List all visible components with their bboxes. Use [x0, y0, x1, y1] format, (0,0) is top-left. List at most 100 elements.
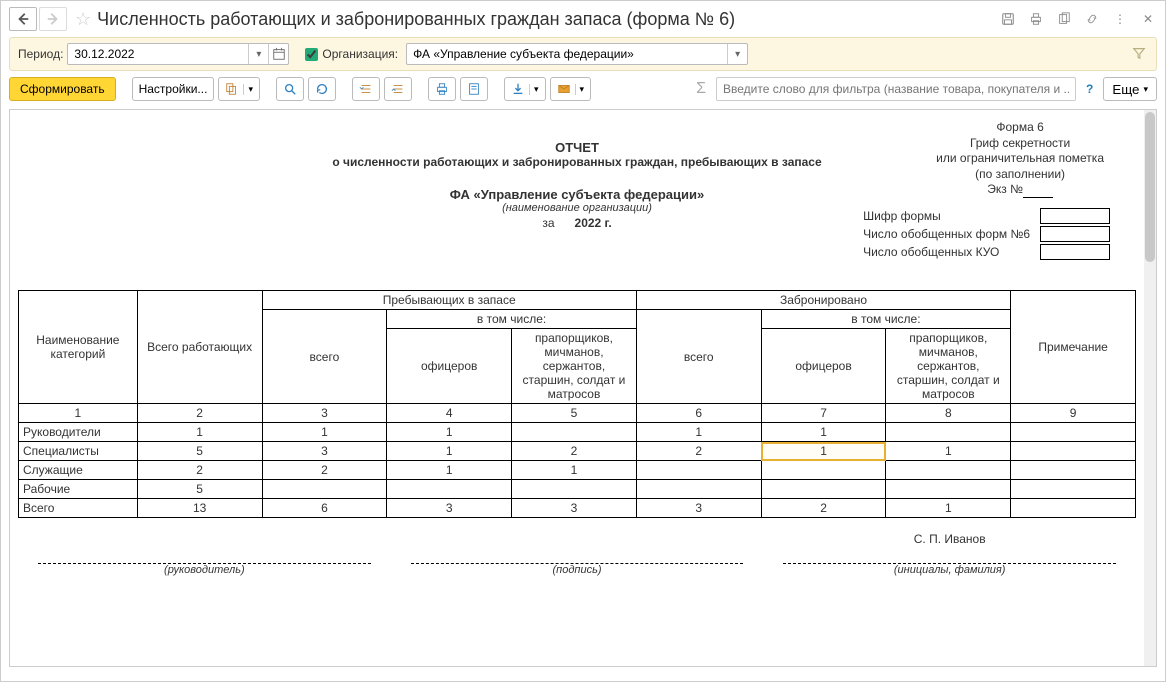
row-name-cell[interactable]: Специалисты — [19, 442, 138, 461]
data-cell[interactable] — [512, 423, 637, 442]
data-cell[interactable] — [761, 480, 886, 499]
data-cell[interactable]: 1 — [761, 423, 886, 442]
data-cell[interactable]: 1 — [886, 499, 1011, 518]
col-number: 7 — [761, 404, 886, 423]
favorite-star-icon[interactable]: ☆ — [75, 9, 91, 30]
data-cell[interactable] — [761, 461, 886, 480]
form-meta: Форма 6 Гриф секретности или ограничител… — [936, 120, 1104, 198]
org-dropdown-button[interactable]: ▾ — [727, 44, 747, 64]
th-total: Всего работающих — [137, 291, 262, 404]
more-button-label: Еще — [1112, 82, 1139, 97]
data-cell[interactable]: 5 — [137, 442, 262, 461]
data-cell[interactable]: 1 — [512, 461, 637, 480]
settings-button-label: Настройки... — [139, 82, 208, 96]
data-cell[interactable]: 1 — [262, 423, 387, 442]
data-cell[interactable]: 2 — [512, 442, 637, 461]
data-cell[interactable]: 1 — [761, 442, 886, 461]
data-cell[interactable]: 1 — [636, 423, 761, 442]
settings-button[interactable]: Настройки... — [132, 77, 215, 101]
row-name-cell[interactable]: Всего — [19, 499, 138, 518]
org-checkbox[interactable] — [305, 48, 318, 61]
side-table: Шифр формы Число обобщенных форм №6 Числ… — [857, 206, 1116, 262]
th-name: Наименование категорий — [19, 291, 138, 404]
data-cell[interactable] — [1011, 499, 1136, 518]
funnel-icon[interactable] — [1132, 46, 1146, 63]
side-value-box[interactable] — [1040, 244, 1110, 260]
row-name-cell[interactable]: Служащие — [19, 461, 138, 480]
nav-forward-button[interactable] — [39, 7, 67, 31]
data-cell[interactable]: 13 — [137, 499, 262, 518]
save-icon[interactable] — [999, 10, 1017, 28]
data-cell[interactable] — [1011, 461, 1136, 480]
collapse-button[interactable] — [384, 77, 412, 101]
scrollbar-thumb[interactable] — [1145, 112, 1155, 262]
data-cell[interactable]: 2 — [262, 461, 387, 480]
expand-button[interactable] — [352, 77, 380, 101]
row-name-cell[interactable]: Рабочие — [19, 480, 138, 499]
data-cell[interactable] — [886, 423, 1011, 442]
period-calendar-button[interactable] — [268, 44, 288, 64]
chevron-down-icon: ▾ — [243, 84, 253, 95]
data-cell[interactable]: 3 — [262, 442, 387, 461]
th-officers: офицеров — [761, 329, 886, 404]
link-icon[interactable] — [1083, 10, 1101, 28]
data-cell[interactable]: 3 — [387, 499, 512, 518]
side-label: Число обобщенных форм №6 — [859, 226, 1034, 242]
data-cell[interactable] — [636, 461, 761, 480]
help-icon[interactable]: ? — [1086, 82, 1093, 96]
data-cell[interactable] — [636, 480, 761, 499]
data-cell[interactable] — [886, 461, 1011, 480]
col-number: 8 — [886, 404, 1011, 423]
collapse-icon — [391, 82, 405, 96]
side-value-box[interactable] — [1040, 226, 1110, 242]
data-cell[interactable] — [886, 480, 1011, 499]
data-cell[interactable]: 1 — [387, 461, 512, 480]
data-cell[interactable]: 1 — [387, 423, 512, 442]
settings-variants-button[interactable]: ▾ — [218, 77, 260, 101]
copy-icon[interactable] — [1055, 10, 1073, 28]
close-icon[interactable]: ✕ — [1139, 10, 1157, 28]
data-cell[interactable]: 2 — [761, 499, 886, 518]
more-vert-icon[interactable]: ⋮ — [1111, 10, 1129, 28]
th-booked: Забронировано — [636, 291, 1010, 310]
period-label: Период: — [18, 47, 63, 61]
data-cell[interactable] — [262, 480, 387, 499]
print-icon[interactable] — [1027, 10, 1045, 28]
side-value-box[interactable] — [1040, 208, 1110, 224]
refresh-button[interactable] — [308, 77, 336, 101]
print-preview-button[interactable] — [460, 77, 488, 101]
data-cell[interactable]: 1 — [886, 442, 1011, 461]
data-cell[interactable] — [387, 480, 512, 499]
data-cell[interactable]: 5 — [137, 480, 262, 499]
data-cell[interactable] — [1011, 423, 1136, 442]
sign-line — [38, 548, 371, 564]
filter-input[interactable] — [716, 77, 1076, 101]
send-button[interactable]: ▾ — [550, 77, 592, 101]
col-number: 6 — [636, 404, 761, 423]
data-cell[interactable]: 3 — [512, 499, 637, 518]
data-cell[interactable]: 3 — [636, 499, 761, 518]
form-meta-line: или ограничительная пометка — [936, 151, 1104, 167]
data-cell[interactable] — [512, 480, 637, 499]
form-button[interactable]: Сформировать — [9, 77, 116, 101]
print-button[interactable] — [428, 77, 456, 101]
data-cell[interactable]: 1 — [137, 423, 262, 442]
more-button[interactable]: Еще ▾ — [1103, 77, 1157, 101]
org-input[interactable] — [407, 44, 727, 64]
find-button[interactable] — [276, 77, 304, 101]
data-cell[interactable]: 2 — [636, 442, 761, 461]
data-cell[interactable]: 1 — [387, 442, 512, 461]
scrollbar[interactable] — [1144, 110, 1156, 666]
data-cell[interactable]: 6 — [262, 499, 387, 518]
sign-caption: (руководитель) — [18, 564, 391, 576]
report-area: Форма 6 Гриф секретности или ограничител… — [9, 109, 1157, 667]
data-cell[interactable]: 2 — [137, 461, 262, 480]
save-as-button[interactable]: ▾ — [504, 77, 546, 101]
row-name-cell[interactable]: Руководители — [19, 423, 138, 442]
period-dropdown-button[interactable]: ▾ — [248, 44, 268, 64]
period-input[interactable] — [68, 44, 248, 64]
data-cell[interactable] — [1011, 480, 1136, 499]
sigma-icon[interactable]: Σ — [696, 80, 706, 98]
data-cell[interactable] — [1011, 442, 1136, 461]
nav-back-button[interactable] — [9, 7, 37, 31]
